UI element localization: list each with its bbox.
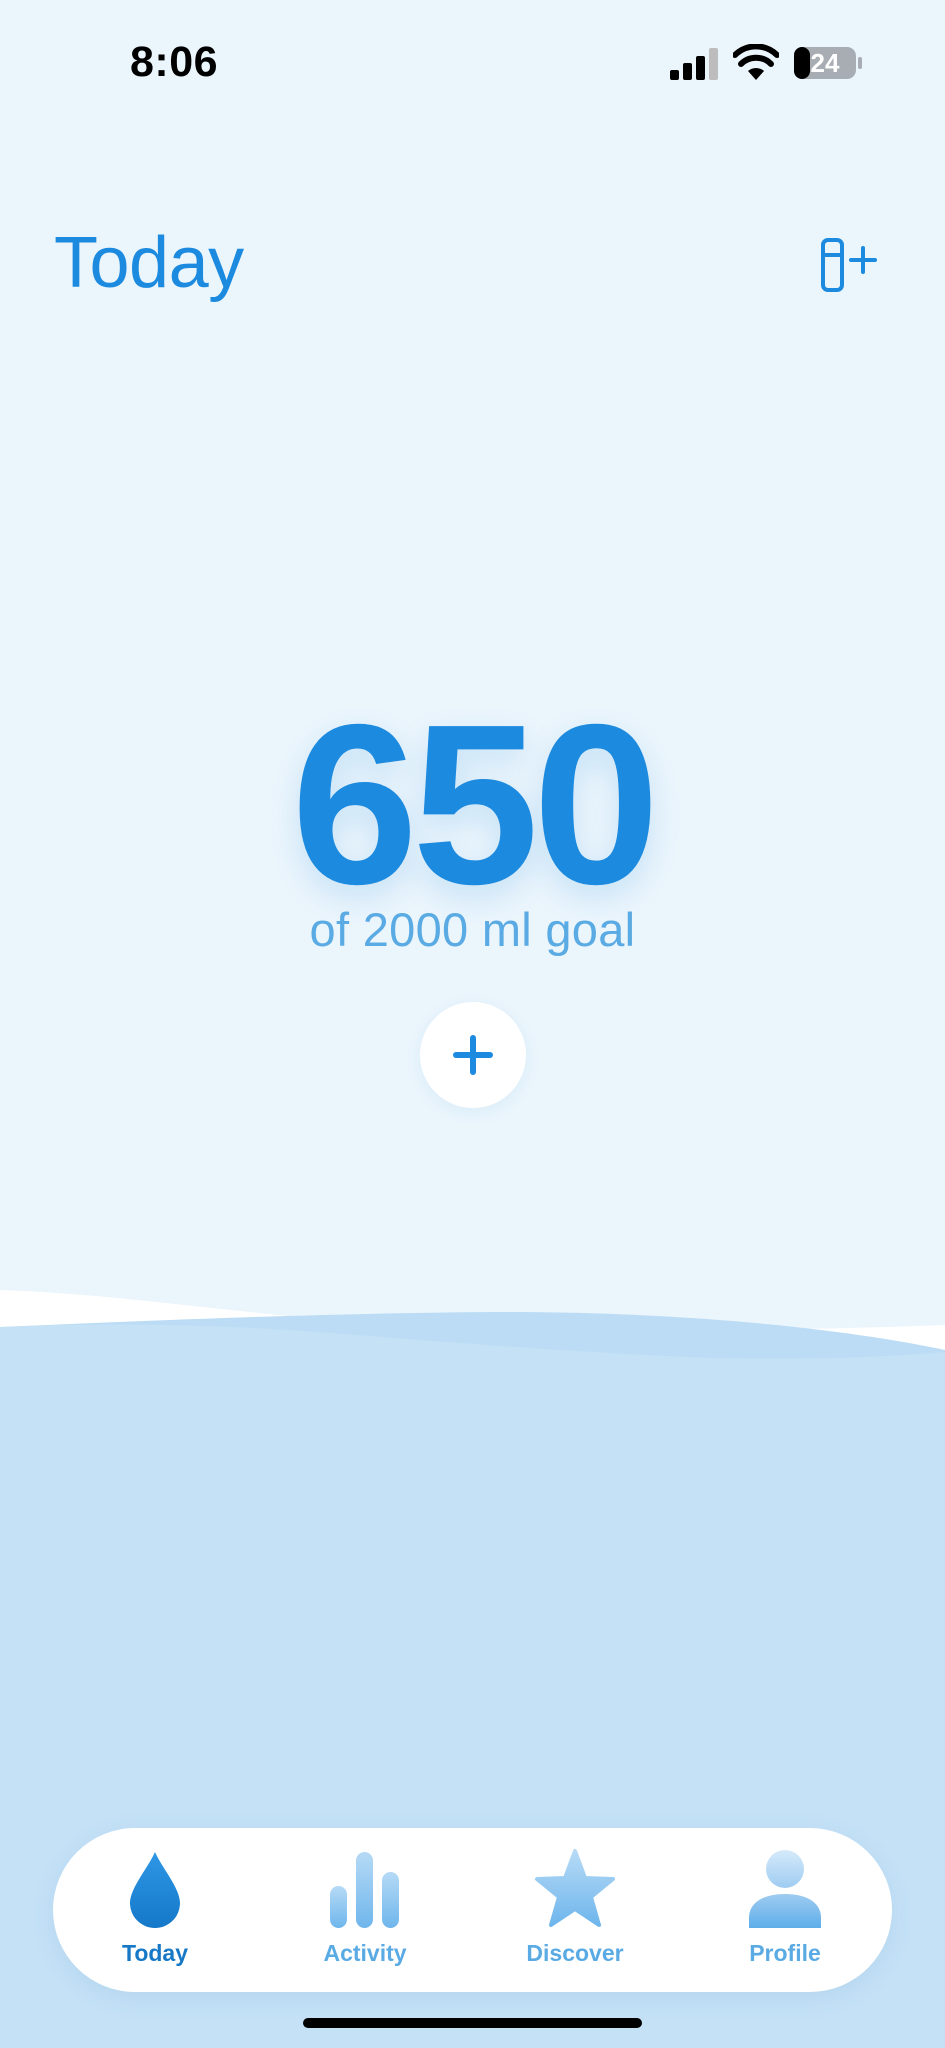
tab-activity[interactable]: Activity [280, 1828, 450, 1992]
plus-icon [453, 1035, 493, 1075]
battery-level: 24 [810, 48, 840, 78]
goal-text: of 2000 ml goal [309, 903, 636, 956]
tab-discover-label: Discover [526, 1940, 624, 1966]
wifi-icon [733, 44, 779, 80]
add-container-icon [821, 238, 877, 292]
tab-bar: Today Activity Discover Profile [53, 1828, 892, 1992]
tab-today-label: Today [121, 1940, 189, 1966]
tab-profile[interactable]: Profile [700, 1828, 870, 1992]
add-container-button[interactable] [812, 232, 878, 298]
page-title: Today [54, 223, 244, 303]
add-water-button[interactable] [420, 1002, 526, 1108]
home-indicator [303, 2018, 642, 2028]
tab-profile-label: Profile [749, 1940, 821, 1966]
water-drop-icon [130, 1852, 180, 1928]
tab-today[interactable]: Today [70, 1828, 240, 1992]
tab-discover[interactable]: Discover [490, 1828, 660, 1992]
status-time: 8:06 [130, 38, 219, 86]
star-icon [535, 1849, 615, 1927]
bar-chart-icon [330, 1852, 399, 1928]
signal-icon [670, 48, 718, 80]
intake-value: 650 [291, 678, 659, 932]
person-icon [749, 1850, 821, 1928]
today-screen: 8:06 24 Today 650 of 2000 ml goal Today … [0, 0, 945, 2048]
tab-activity-label: Activity [323, 1940, 407, 1966]
